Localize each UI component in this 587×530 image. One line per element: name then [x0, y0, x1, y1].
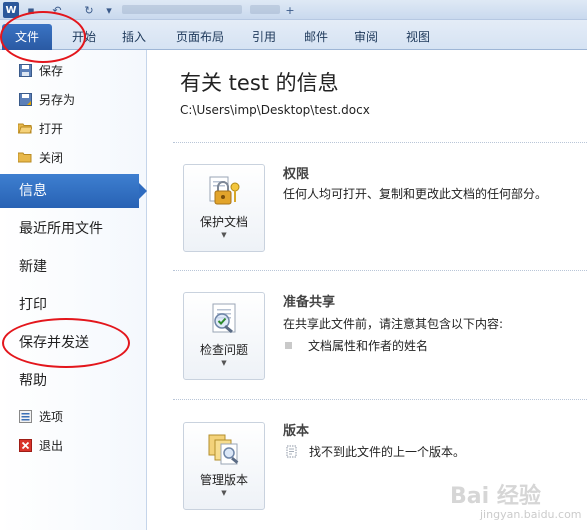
manage-versions-label: 管理版本	[199, 473, 248, 487]
dropdown-caret-icon: ▼	[221, 231, 227, 239]
customize-quick-access-icon[interactable]: ▾	[104, 2, 114, 18]
nav-save-as-label: 另存为	[39, 92, 76, 107]
nav-exit-label: 退出	[39, 438, 64, 453]
page-title: 有关 test 的信息	[180, 71, 339, 95]
nav-print[interactable]: 打印	[0, 288, 147, 322]
redo-icon[interactable]: ↻	[82, 2, 96, 18]
section-divider	[173, 399, 587, 400]
new-tab-icon[interactable]: +	[284, 2, 296, 18]
check-for-issues-label: 检查问题	[199, 343, 248, 357]
tab-references[interactable]: 引用	[246, 26, 282, 48]
nav-info[interactable]: 信息	[0, 174, 147, 208]
backstage-nav: 保存 另存为 打开 关闭 信息 最近所用文件 新建 打印 保存并发送 帮助 选项…	[0, 50, 147, 530]
section-divider	[173, 270, 587, 271]
close-folder-icon	[18, 150, 32, 164]
manage-versions-icon	[206, 431, 242, 467]
section-divider	[173, 142, 587, 143]
nav-help[interactable]: 帮助	[0, 364, 147, 398]
protect-lock-key-icon	[206, 173, 242, 209]
nav-close-label: 关闭	[39, 150, 64, 165]
tab-page-layout[interactable]: 页面布局	[170, 26, 230, 48]
check-document-icon	[206, 301, 242, 337]
annotation-ellipse-save-and-send	[2, 318, 130, 368]
save-icon	[18, 63, 32, 77]
permissions-description: 任何人均可打开、复制和更改此文档的任何部分。	[283, 187, 548, 201]
annotation-ellipse-file-tab	[0, 11, 86, 63]
manage-versions-button[interactable]: 管理版本 ▼	[183, 422, 265, 510]
permissions-title: 权限	[283, 167, 310, 182]
nav-close[interactable]: 关闭	[18, 146, 63, 168]
title-bar: W ▪ ↶ ↻ ▾ +	[0, 0, 587, 20]
tab-insert[interactable]: 插入	[116, 26, 152, 48]
list-item: 文档属性和作者的姓名	[285, 337, 428, 354]
bullet-square-icon	[285, 342, 292, 349]
versions-title: 版本	[283, 424, 310, 439]
list-item-text: 找不到此文件的上一个版本。	[309, 445, 466, 459]
nav-options[interactable]: 选项	[18, 405, 63, 427]
nav-new[interactable]: 新建	[0, 250, 147, 284]
tab-mailings[interactable]: 邮件	[298, 26, 334, 48]
info-pane: 有关 test 的信息 C:\Users\imp\Desktop\test.do…	[148, 50, 587, 530]
list-item-text: 文档属性和作者的姓名	[308, 339, 429, 353]
nav-exit[interactable]: 退出	[18, 434, 63, 456]
tab-view[interactable]: 视图	[400, 26, 436, 48]
document-path: C:\Users\imp\Desktop\test.docx	[180, 103, 370, 117]
nav-open[interactable]: 打开	[18, 117, 63, 139]
save-as-icon	[18, 92, 32, 106]
prepare-sharing-title: 准备共享	[283, 295, 336, 310]
exit-icon	[18, 438, 32, 452]
blurred-title-part	[250, 5, 280, 14]
prepare-sharing-description: 在共享此文件前，请注意其包含以下内容:	[283, 317, 504, 331]
options-icon	[18, 409, 32, 423]
dropdown-caret-icon: ▼	[221, 359, 227, 367]
nav-open-label: 打开	[39, 121, 64, 136]
nav-options-label: 选项	[39, 409, 64, 424]
blurred-window-title	[122, 5, 242, 14]
list-item: 找不到此文件的上一个版本。	[285, 443, 465, 460]
protect-document-button[interactable]: 保护文档 ▼	[183, 164, 265, 252]
dropdown-caret-icon: ▼	[221, 489, 227, 497]
nav-recent[interactable]: 最近所用文件	[0, 212, 147, 246]
watermark-logo: Bai 经验	[450, 484, 541, 509]
protect-document-label: 保护文档	[199, 215, 248, 229]
check-for-issues-button[interactable]: 检查问题 ▼	[183, 292, 265, 380]
version-document-icon	[286, 445, 297, 457]
watermark-url: jingyan.baidu.com	[480, 508, 582, 521]
tab-review[interactable]: 审阅	[348, 26, 384, 48]
nav-save-label: 保存	[39, 63, 64, 78]
open-folder-icon	[18, 121, 32, 135]
nav-save-as[interactable]: 另存为	[18, 88, 75, 110]
ribbon-tab-bar: 文件 开始 插入 页面布局 引用 邮件 审阅 视图	[0, 20, 587, 50]
